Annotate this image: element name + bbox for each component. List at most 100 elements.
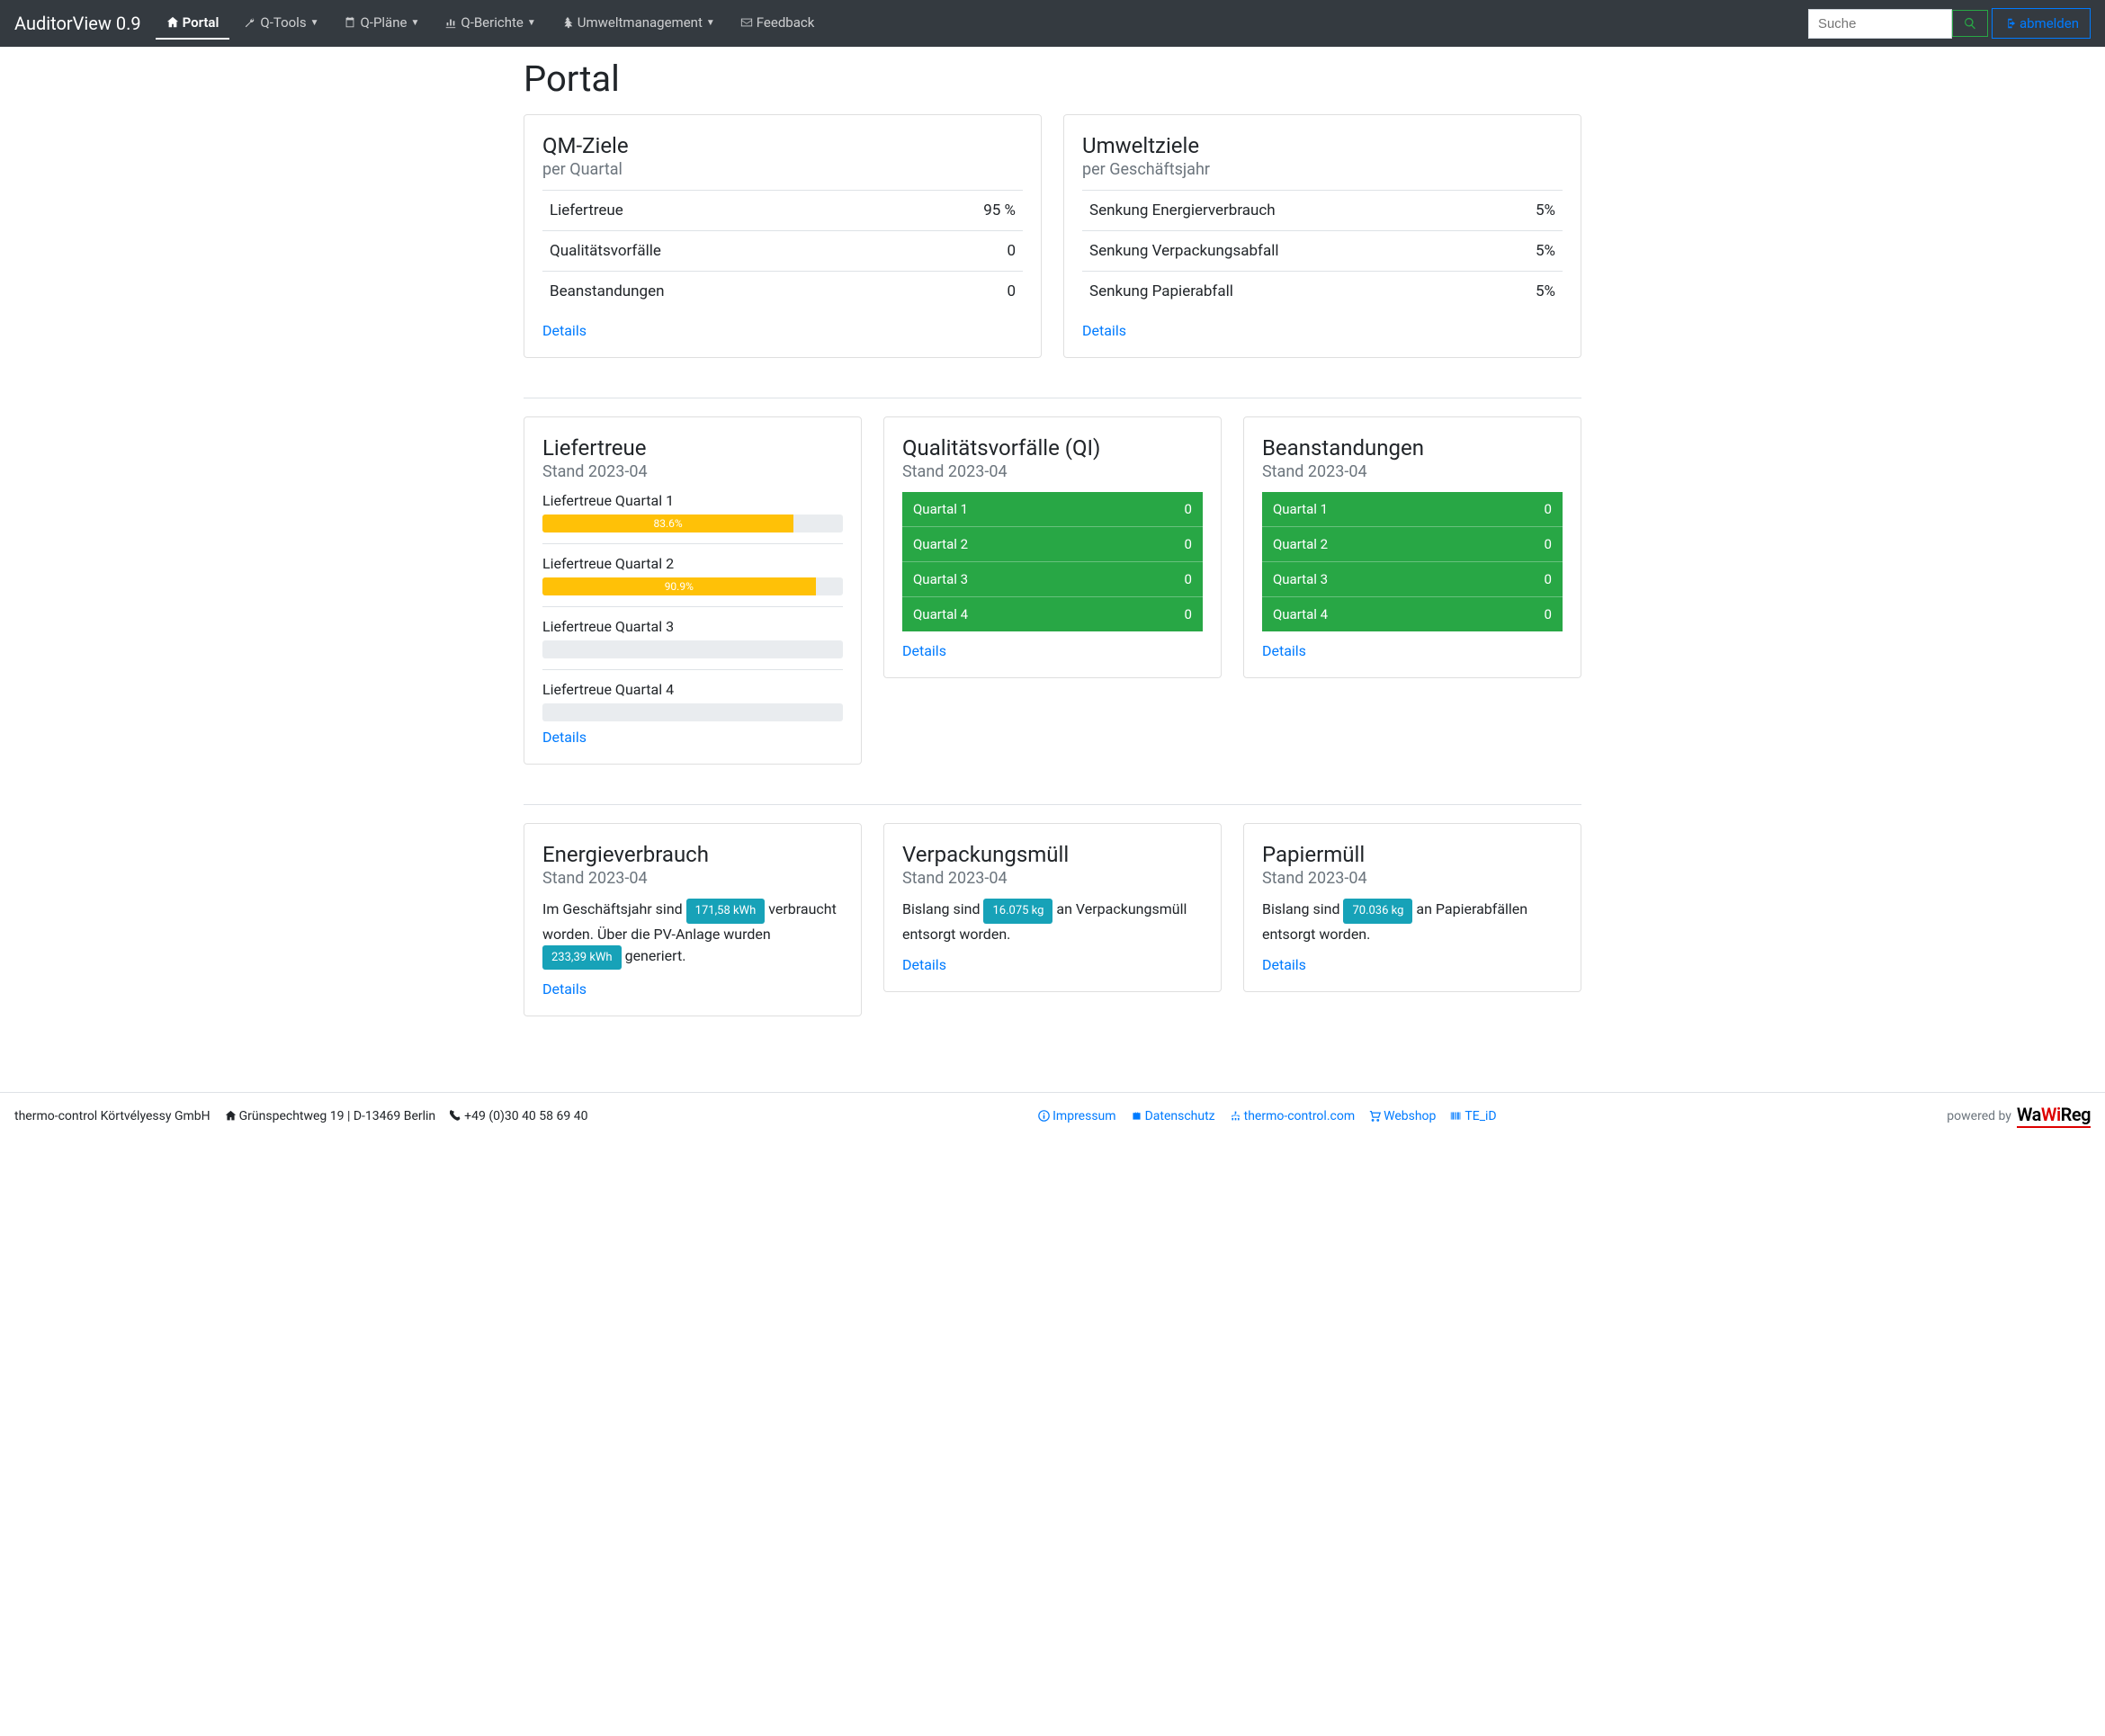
card-subtitle: Stand 2023-04: [1262, 462, 1563, 481]
umweltziele-table: Senkung Energierverbrauch5% Senkung Verp…: [1082, 190, 1563, 311]
card-liefertreue: Liefertreue Stand 2023-04 Liefertreue Qu…: [524, 416, 862, 765]
divider: [524, 804, 1581, 805]
progress: [542, 703, 843, 721]
chevron-down-icon: ▼: [410, 18, 419, 28]
quarter-block: Liefertreue Quartal 4: [542, 681, 843, 721]
table-row: Quartal 40: [902, 597, 1203, 632]
quarter-label: Liefertreue Quartal 2: [542, 555, 843, 572]
card-text: Bislang sind 70.036 kg an Papierabfällen…: [1262, 899, 1563, 945]
table-row: Quartal 20: [902, 527, 1203, 562]
chevron-down-icon: ▼: [310, 18, 319, 28]
divider: [542, 543, 843, 544]
divider: [542, 606, 843, 607]
barcode-icon: [1450, 1110, 1462, 1122]
card-title: Umweltziele: [1082, 133, 1563, 158]
details-link[interactable]: Details: [902, 642, 946, 659]
calendar-icon: [344, 16, 356, 29]
nav-feedback[interactable]: Feedback: [730, 7, 826, 38]
footer-impressum[interactable]: Impressum: [1038, 1109, 1115, 1123]
info-icon: [1038, 1110, 1050, 1122]
details-link[interactable]: Details: [1262, 642, 1306, 659]
table-row: Quartal 40: [1262, 597, 1563, 632]
nav-qplaene[interactable]: Q-Pläne▼: [333, 7, 430, 38]
beanstandungen-table: Quartal 10 Quartal 20 Quartal 30 Quartal…: [1262, 492, 1563, 631]
badge-kg: 16.075 kg: [983, 899, 1052, 924]
nav-qtools[interactable]: Q-Tools▼: [233, 7, 329, 38]
footer-teid[interactable]: TE_iD: [1450, 1109, 1496, 1123]
table-row: Liefertreue95 %: [542, 191, 1023, 231]
card-title: Liefertreue: [542, 435, 843, 461]
navbar: AuditorView 0.9 Portal Q-Tools▼ Q-Pläne▼…: [0, 0, 2105, 47]
card-papier: Papiermüll Stand 2023-04 Bislang sind 70…: [1243, 823, 1581, 992]
card-subtitle: Stand 2023-04: [1262, 869, 1563, 888]
details-link[interactable]: Details: [542, 729, 587, 746]
quarter-label: Liefertreue Quartal 1: [542, 492, 843, 509]
table-row: Quartal 30: [902, 562, 1203, 597]
home-icon: [225, 1110, 237, 1122]
footer-center: Impressum Datenschutz thermo-control.com…: [587, 1109, 1947, 1123]
card-subtitle: Stand 2023-04: [542, 462, 843, 481]
search-icon: [1964, 17, 1976, 30]
progress: [542, 640, 843, 658]
qi-table: Quartal 10 Quartal 20 Quartal 30 Quartal…: [902, 492, 1203, 631]
footer-phone: +49 (0)30 40 58 69 40: [450, 1109, 587, 1123]
logout-button[interactable]: abmelden: [1992, 8, 2091, 39]
chart-icon: [444, 16, 457, 29]
footer-company: thermo-control Körtvélyessy GmbH: [14, 1109, 210, 1123]
card-title: Energieverbrauch: [542, 842, 843, 867]
search-input[interactable]: [1808, 9, 1952, 39]
card-title: Papiermüll: [1262, 842, 1563, 867]
wrench-icon: [244, 16, 256, 29]
footer-datenschutz[interactable]: Datenschutz: [1131, 1109, 1215, 1123]
card-title: Verpackungsmüll: [902, 842, 1203, 867]
card-text: Bislang sind 16.075 kg an Verpackungsmül…: [902, 899, 1203, 945]
details-link[interactable]: Details: [902, 956, 946, 973]
details-link[interactable]: Details: [542, 322, 587, 339]
table-row: Quartal 20: [1262, 527, 1563, 562]
table-row: Quartal 30: [1262, 562, 1563, 597]
table-row: Quartal 10: [1262, 492, 1563, 527]
search-button[interactable]: [1952, 10, 1988, 37]
footer-thermo[interactable]: thermo-control.com: [1230, 1109, 1356, 1123]
table-row: Quartal 10: [902, 492, 1203, 527]
details-link[interactable]: Details: [1262, 956, 1306, 973]
card-text: Im Geschäftsjahr sind 171,58 kWh verbrau…: [542, 899, 843, 970]
quarter-block: Liefertreue Quartal 3: [542, 618, 843, 658]
card-verpackung: Verpackungsmüll Stand 2023-04 Bislang si…: [883, 823, 1222, 992]
cart-icon: [1369, 1110, 1381, 1122]
quarter-block: Liefertreue Quartal 2 90.9%: [542, 555, 843, 595]
qm-ziele-table: Liefertreue95 % Qualitätsvorfälle0 Beans…: [542, 190, 1023, 311]
footer-right: powered by WaWiReg: [1947, 1104, 2091, 1128]
card-subtitle: Stand 2023-04: [902, 869, 1203, 888]
badge-kg: 70.036 kg: [1343, 899, 1412, 924]
progress-bar: 90.9%: [542, 577, 816, 595]
footer-webshop[interactable]: Webshop: [1369, 1109, 1436, 1123]
details-link[interactable]: Details: [1082, 322, 1126, 339]
card-subtitle: Stand 2023-04: [902, 462, 1203, 481]
progress-bar: 83.6%: [542, 515, 793, 532]
envelope-icon: [740, 16, 753, 29]
nav-portal[interactable]: Portal: [156, 7, 230, 40]
page-title: Portal: [524, 58, 1581, 100]
brand: AuditorView 0.9: [14, 13, 141, 34]
nav-umwelt[interactable]: Umweltmanagement▼: [551, 7, 726, 38]
badge-kwh-pv: 233,39 kWh: [542, 945, 622, 971]
badge-kwh: 171,58 kWh: [686, 899, 766, 924]
card-umweltziele: Umweltziele per Geschäftsjahr Senkung En…: [1063, 114, 1581, 358]
details-link[interactable]: Details: [542, 980, 587, 998]
nav-qberichte[interactable]: Q-Berichte▼: [434, 7, 546, 38]
footer-left: thermo-control Körtvélyessy GmbH Grünspe…: [14, 1109, 587, 1123]
briefcase-icon: [1131, 1110, 1142, 1122]
card-title: Qualitätsvorfälle (QI): [902, 435, 1203, 461]
table-row: Senkung Verpackungsabfall5%: [1082, 231, 1563, 272]
card-title: Beanstandungen: [1262, 435, 1563, 461]
sign-out-icon: [2003, 17, 2016, 30]
quarter-label: Liefertreue Quartal 3: [542, 618, 843, 635]
card-energie: Energieverbrauch Stand 2023-04 Im Geschä…: [524, 823, 862, 1016]
card-subtitle: Stand 2023-04: [542, 869, 843, 888]
chevron-down-icon: ▼: [527, 18, 536, 28]
nav-list: Portal Q-Tools▼ Q-Pläne▼ Q-Berichte▼ Umw…: [156, 7, 1808, 40]
progress: 83.6%: [542, 515, 843, 532]
footer: thermo-control Körtvélyessy GmbH Grünspe…: [0, 1092, 2105, 1139]
chevron-down-icon: ▼: [706, 18, 715, 28]
